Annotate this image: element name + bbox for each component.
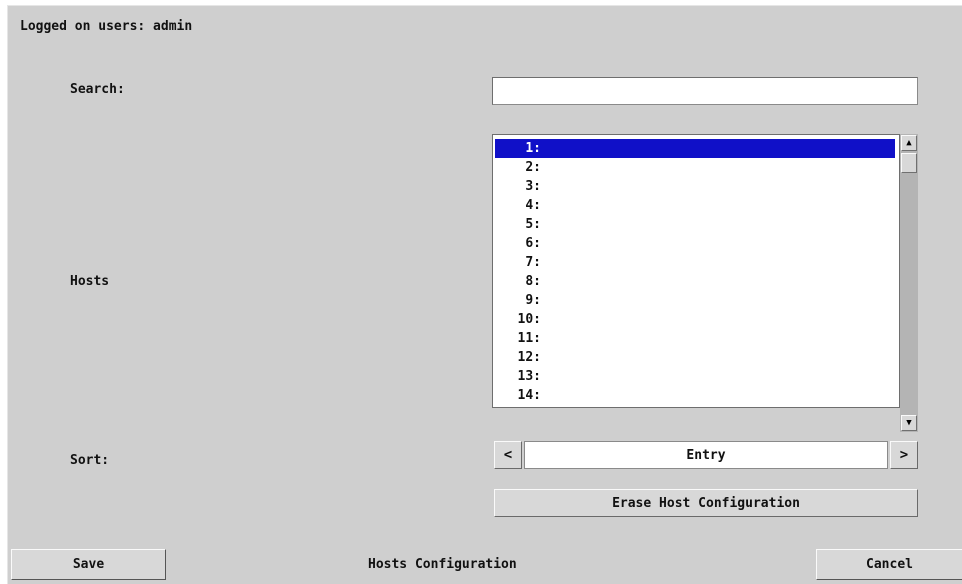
list-item[interactable]: 12:: [495, 348, 895, 367]
list-item[interactable]: 4:: [495, 196, 895, 215]
host-number: 12:: [517, 350, 541, 365]
host-number: 13:: [517, 369, 541, 384]
search-label: Search:: [70, 82, 125, 97]
search-input[interactable]: [492, 77, 918, 105]
sort-label: Sort:: [70, 453, 110, 468]
list-item[interactable]: 14:: [495, 386, 895, 405]
scroll-up-icon[interactable]: ▲: [901, 135, 917, 151]
page-title: Hosts Configuration: [368, 557, 517, 572]
list-item[interactable]: 5:: [495, 215, 895, 234]
host-number: 4:: [525, 198, 541, 213]
host-number: 8:: [525, 274, 541, 289]
host-number: 6:: [525, 236, 541, 251]
list-item[interactable]: 1:: [495, 139, 895, 158]
cancel-button[interactable]: Cancel: [816, 549, 962, 580]
hosts-configuration-screen: Logged on users: admin Search: Hosts 1: 2…: [7, 5, 962, 584]
host-number: 5:: [525, 217, 541, 232]
hosts-label: Hosts: [70, 274, 110, 289]
erase-host-configuration-button[interactable]: Erase Host Configuration: [494, 489, 918, 517]
sort-next-button[interactable]: >: [890, 441, 918, 469]
list-item[interactable]: 9:: [495, 291, 895, 310]
host-number: 3:: [525, 179, 541, 194]
list-item[interactable]: 6:: [495, 234, 895, 253]
list-item[interactable]: 8:: [495, 272, 895, 291]
host-number: 7:: [525, 255, 541, 270]
save-button[interactable]: Save: [11, 549, 166, 580]
scroll-down-icon[interactable]: ▼: [901, 415, 917, 431]
scroll-thumb[interactable]: [901, 153, 917, 173]
list-item[interactable]: 13:: [495, 367, 895, 386]
host-number: 14:: [517, 388, 541, 403]
host-number: 1:: [525, 141, 541, 156]
sort-prev-button[interactable]: <: [494, 441, 522, 469]
list-item[interactable]: 10:: [495, 310, 895, 329]
list-item[interactable]: 7:: [495, 253, 895, 272]
list-item[interactable]: 2:: [495, 158, 895, 177]
list-item[interactable]: 11:: [495, 329, 895, 348]
logged-on-users-text: Logged on users: admin: [20, 19, 193, 34]
hosts-list-scrollbar[interactable]: ▲ ▼: [900, 134, 918, 432]
sort-value: Entry: [524, 441, 888, 469]
hosts-list[interactable]: 1: 2: 3: 4: 5: 6: 7: 8: 9: 10: 11: 12: 13: 14:: [492, 134, 900, 408]
host-number: 2:: [525, 160, 541, 175]
list-item[interactable]: 3:: [495, 177, 895, 196]
host-number: 9:: [525, 293, 541, 308]
host-number: 11:: [517, 331, 541, 346]
host-number: 10:: [517, 312, 541, 327]
